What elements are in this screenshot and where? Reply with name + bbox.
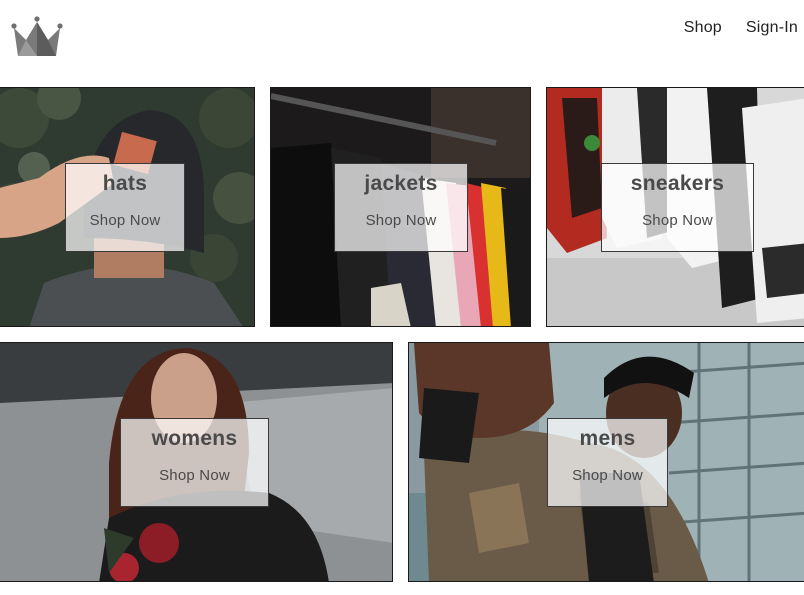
category-title: jackets: [364, 172, 438, 195]
category-tile-womens[interactable]: womens Shop Now: [0, 342, 393, 582]
header-nav: Shop Sign-In: [684, 19, 798, 37]
shop-now-label: Shop Now: [89, 212, 161, 229]
shop-now-label: Shop Now: [572, 467, 643, 484]
nav-shop-link[interactable]: Shop: [684, 19, 722, 37]
womens-title-box[interactable]: womens Shop Now: [120, 418, 269, 507]
category-title: hats: [102, 172, 148, 195]
nav-signin-link[interactable]: Sign-In: [746, 19, 798, 37]
category-title: womens: [151, 427, 238, 450]
category-tile-hats[interactable]: hats Shop Now: [0, 87, 255, 327]
category-title: mens: [579, 427, 636, 450]
sneakers-title-box[interactable]: sneakers Shop Now: [601, 163, 754, 252]
mens-title-box[interactable]: mens Shop Now: [547, 418, 668, 507]
crown-logo-icon[interactable]: [10, 14, 64, 58]
category-title: sneakers: [630, 172, 725, 195]
shop-now-label: Shop Now: [365, 212, 437, 229]
shop-now-label: Shop Now: [159, 467, 230, 484]
category-tile-jackets[interactable]: jackets Shop Now: [270, 87, 531, 327]
jackets-title-box[interactable]: jackets Shop Now: [334, 163, 468, 252]
hats-title-box[interactable]: hats Shop Now: [65, 163, 185, 252]
category-tile-sneakers[interactable]: sneakers Shop Now: [546, 87, 804, 327]
shop-now-label: Shop Now: [642, 212, 713, 229]
category-tile-mens[interactable]: mens Shop Now: [408, 342, 804, 582]
